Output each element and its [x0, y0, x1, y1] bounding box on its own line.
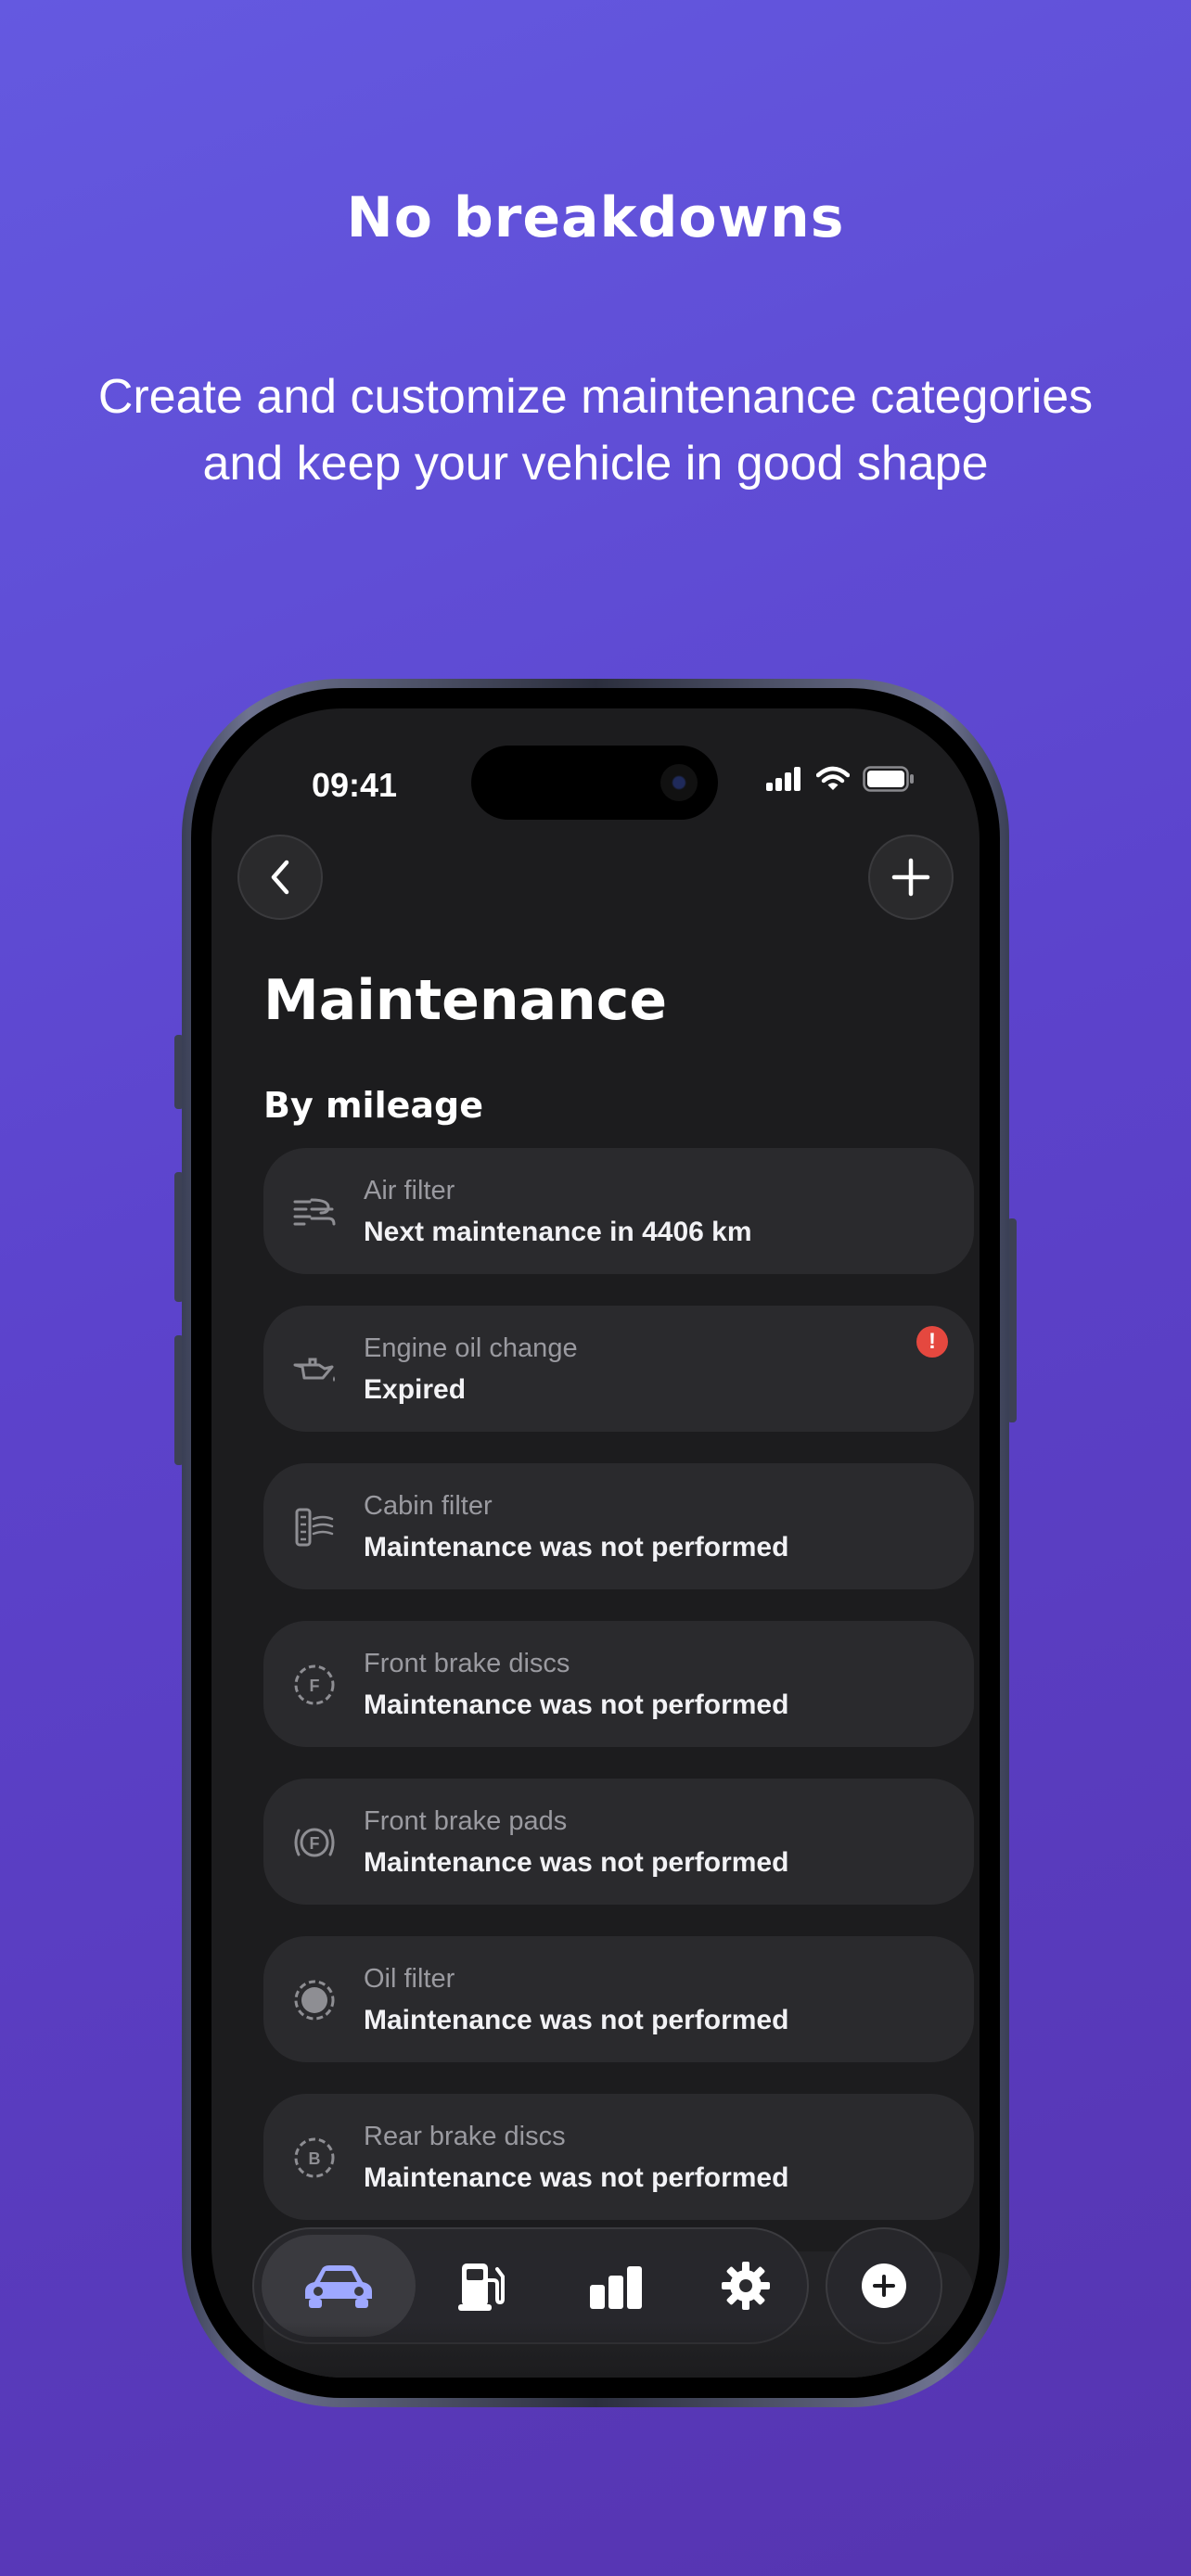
maintenance-item-engine-oil-change[interactable]: Engine oil change Expired ! [263, 1306, 974, 1432]
promo-subline-line-2: and keep your vehicle in good shape [202, 437, 989, 491]
maintenance-list: Air filter Next maintenance in 4406 km E… [263, 1148, 974, 2378]
promo-headline: No breakdowns [346, 185, 845, 250]
wifi-icon [816, 766, 850, 790]
item-status: Maintenance was not performed [364, 2162, 789, 2193]
status-time: 09:41 [312, 766, 398, 804]
bar-chart-icon [590, 2266, 642, 2309]
alert-badge-icon: ! [916, 1326, 948, 1358]
item-status: Expired [364, 1374, 467, 1405]
brake-pads-front-icon: F [294, 1828, 335, 1857]
promo-subline: Create and customize maintenance categor… [37, 363, 1154, 497]
maintenance-item-rear-brake-discs[interactable]: B Rear brake discs Maintenance was not p… [263, 2094, 974, 2220]
svg-text:B: B [309, 2149, 321, 2168]
item-status: Maintenance was not performed [364, 2005, 789, 2035]
item-status: Maintenance was not performed [364, 1532, 789, 1562]
car-icon [305, 2265, 372, 2308]
maintenance-item-oil-filter[interactable]: Oil filter Maintenance was not performed [263, 1936, 974, 2062]
oil-can-icon [293, 1358, 335, 1382]
plus-circle-icon [862, 2264, 906, 2308]
item-label: Oil filter [364, 1964, 455, 1994]
plus-icon [891, 858, 930, 897]
fuel-pump-icon [458, 2264, 505, 2311]
maintenance-item-front-brake-pads[interactable]: F Front brake pads Maintenance was not p… [263, 1779, 974, 1905]
maintenance-item-cabin-filter[interactable]: Cabin filter Maintenance was not perform… [263, 1463, 974, 1589]
page-title: Maintenance [263, 968, 668, 1033]
svg-text:F: F [310, 1677, 320, 1695]
item-label: Engine oil change [364, 1333, 578, 1363]
phone-frame: 09:41 Maintenance By mileage Air filter … [182, 679, 1009, 2407]
air-filter-icon [293, 1198, 336, 1226]
app-screen: 09:41 Maintenance By mileage Air filter … [211, 708, 980, 2378]
phone-bezel: 09:41 Maintenance By mileage Air filter … [191, 688, 1000, 2398]
item-status: Maintenance was not performed [364, 1847, 789, 1878]
item-label: Cabin filter [364, 1491, 493, 1521]
item-label: Front brake discs [364, 1649, 570, 1678]
chevron-left-icon [271, 860, 289, 895]
svg-text:F: F [310, 1834, 320, 1853]
bottom-fade [211, 2322, 980, 2378]
gear-icon [722, 2262, 770, 2310]
status-icons [766, 766, 915, 792]
camera-icon [660, 764, 698, 801]
oil-filter-icon [294, 1980, 335, 2021]
maintenance-item-air-filter[interactable]: Air filter Next maintenance in 4406 km [263, 1148, 974, 1274]
brake-disc-rear-icon: B [294, 2137, 335, 2178]
item-status: Maintenance was not performed [364, 1690, 789, 1720]
item-label: Front brake pads [364, 1806, 568, 1836]
item-label: Air filter [364, 1176, 455, 1205]
dynamic-island [471, 746, 718, 820]
brake-disc-front-icon: F [294, 1664, 335, 1705]
maintenance-item-front-brake-discs[interactable]: F Front brake discs Maintenance was not … [263, 1621, 974, 1747]
cellular-signal-icon [766, 767, 800, 791]
promo-subline-line-1: Create and customize maintenance categor… [97, 370, 1094, 424]
back-button[interactable] [237, 835, 323, 920]
cabin-filter-icon [295, 1508, 334, 1547]
item-status: Next maintenance in 4406 km [364, 1217, 752, 1247]
section-title: By mileage [263, 1085, 483, 1126]
item-label: Rear brake discs [364, 2122, 566, 2151]
battery-icon [863, 766, 914, 792]
add-category-button[interactable] [868, 835, 954, 920]
